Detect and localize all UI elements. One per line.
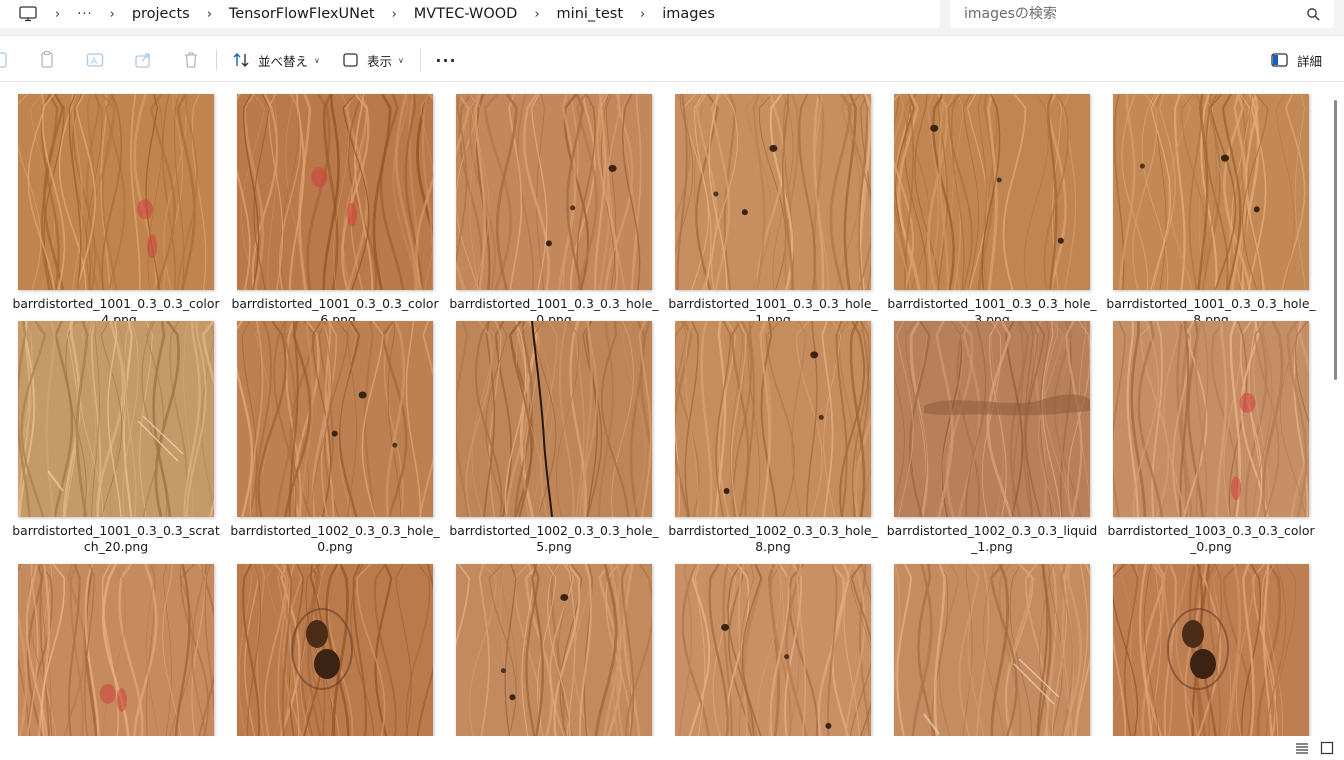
- breadcrumb-item-mini-test[interactable]: mini_test: [557, 6, 623, 22]
- details-view-icon[interactable]: [1295, 740, 1311, 756]
- file-name: barrdistorted_1002_0.3_0.3_hole_5.png: [449, 523, 659, 554]
- file-thumbnail[interactable]: [456, 321, 652, 517]
- file-thumbnail[interactable]: [18, 321, 214, 517]
- file-thumbnail[interactable]: [1113, 321, 1309, 517]
- breadcrumb-item-mvtec-wood[interactable]: MVTEC-WOOD: [414, 6, 518, 22]
- details-pane-button[interactable]: 詳細: [1271, 48, 1322, 72]
- file-thumbnail[interactable]: [237, 94, 433, 290]
- file-thumbnail[interactable]: [1113, 94, 1309, 290]
- chevron-right-icon[interactable]: ›: [207, 7, 212, 22]
- address-bar-row: › ··· › projects › TensorFlowFlexUNet › …: [0, 0, 1344, 36]
- file-thumbnail[interactable]: [456, 564, 652, 736]
- chevron-down-icon: ∨: [398, 55, 404, 65]
- breadcrumb[interactable]: › ··· › projects › TensorFlowFlexUNet › …: [0, 0, 940, 28]
- file-thumbnail[interactable]: [894, 564, 1090, 736]
- cut-icon[interactable]: [0, 50, 10, 70]
- file-thumbnail[interactable]: [894, 321, 1090, 517]
- file-grid: barrdistorted_1001_0.3_0.3_color_4.png ba…: [0, 83, 1330, 736]
- this-pc-icon[interactable]: [18, 6, 38, 22]
- sort-label: 並べ替え: [258, 53, 309, 69]
- file-thumbnail[interactable]: [675, 321, 871, 517]
- sort-button[interactable]: 並べ替え ∨: [233, 48, 320, 72]
- chevron-right-icon[interactable]: ›: [55, 7, 60, 22]
- chevron-right-icon[interactable]: ›: [392, 7, 397, 22]
- share-icon[interactable]: [133, 50, 153, 70]
- file-name: barrdistorted_1002_0.3_0.3_hole_8.png: [668, 523, 878, 554]
- chevron-down-icon: ∨: [314, 55, 320, 65]
- breadcrumb-item-tensorflowflexunet[interactable]: TensorFlowFlexUNet: [229, 6, 375, 22]
- details-label: 詳細: [1296, 53, 1322, 69]
- trash-icon[interactable]: [181, 50, 201, 70]
- scrollbar-thumb[interactable]: [1334, 100, 1337, 380]
- breadcrumb-overflow[interactable]: ···: [77, 7, 92, 22]
- file-thumbnail[interactable]: [894, 94, 1090, 290]
- search-box[interactable]: [950, 0, 1334, 28]
- view-button[interactable]: 表示 ∨: [343, 48, 404, 72]
- chevron-right-icon[interactable]: ›: [640, 7, 645, 22]
- chevron-right-icon[interactable]: ›: [110, 7, 115, 22]
- search-icon[interactable]: [1306, 6, 1320, 21]
- toolbar-divider: [216, 49, 217, 71]
- file-thumbnail[interactable]: [1113, 564, 1309, 736]
- status-bar: [0, 736, 1344, 760]
- file-name: barrdistorted_1001_0.3_0.3_scratch_20.pn…: [12, 523, 220, 554]
- file-name: barrdistorted_1003_0.3_0.3_color_0.png: [1107, 523, 1315, 554]
- breadcrumb-item-images[interactable]: images: [662, 6, 715, 22]
- breadcrumb-item-projects[interactable]: projects: [132, 6, 190, 22]
- file-thumbnail[interactable]: [18, 564, 214, 736]
- view-label: 表示: [367, 53, 393, 69]
- file-thumbnail[interactable]: [675, 94, 871, 290]
- chevron-right-icon[interactable]: ›: [534, 7, 539, 22]
- vertical-scrollbar[interactable]: [1331, 83, 1344, 736]
- file-thumbnail[interactable]: [237, 321, 433, 517]
- command-toolbar: A 並べ替え ∨ 表示 ∨ ··· 詳細: [0, 37, 1344, 82]
- file-thumbnail[interactable]: [237, 564, 433, 736]
- view-icon: [343, 53, 358, 67]
- more-options-button[interactable]: ···: [435, 48, 456, 72]
- rename-icon[interactable]: A: [85, 50, 105, 70]
- toolbar-divider: [420, 49, 421, 71]
- file-thumbnail[interactable]: [18, 94, 214, 290]
- file-name: barrdistorted_1002_0.3_0.3_hole_0.png: [230, 523, 440, 554]
- copy-icon[interactable]: [37, 50, 57, 70]
- svg-text:A: A: [91, 57, 98, 67]
- file-thumbnail[interactable]: [456, 94, 652, 290]
- search-input[interactable]: [964, 6, 1294, 22]
- file-name: barrdistorted_1002_0.3_0.3_liquid_1.png: [886, 523, 1098, 554]
- large-icons-view-icon[interactable]: [1320, 740, 1336, 756]
- file-thumbnail[interactable]: [675, 564, 871, 736]
- sort-icon: [233, 53, 249, 67]
- details-pane-icon: [1271, 53, 1288, 67]
